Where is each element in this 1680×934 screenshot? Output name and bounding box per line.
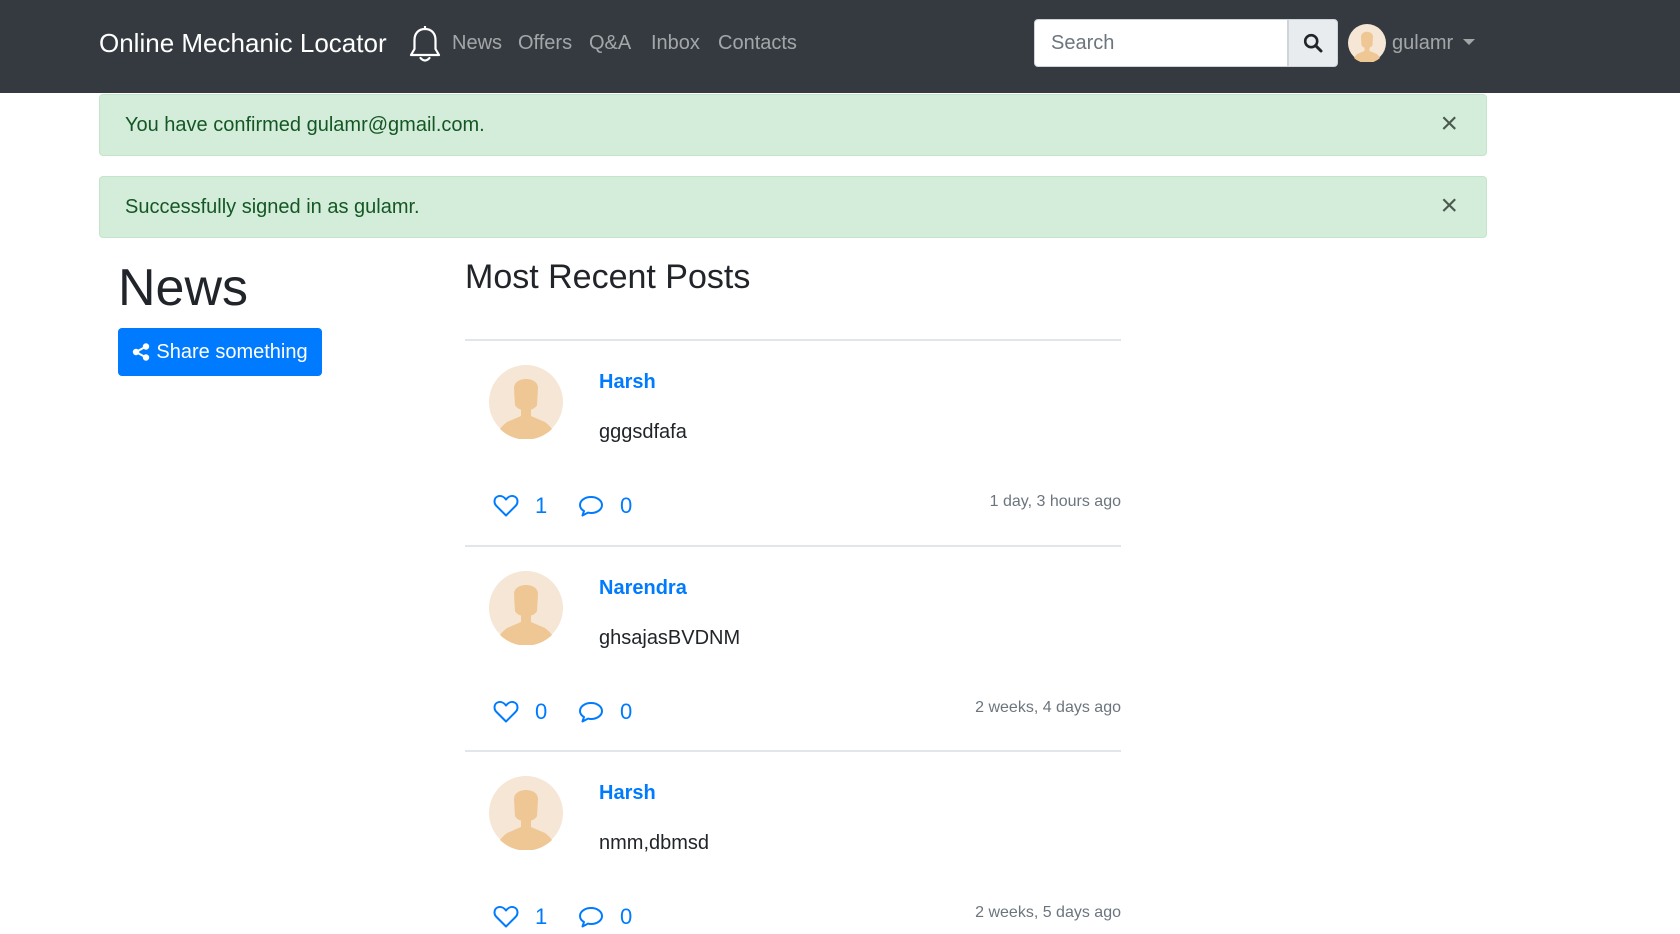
heart-icon (493, 495, 519, 517)
alert-signed-in: Successfully signed in as gulamr. × (99, 176, 1487, 238)
comment-count: 0 (620, 904, 633, 929)
nav-link-inbox[interactable]: Inbox (651, 32, 700, 55)
like-button[interactable]: 0 (493, 699, 547, 725)
comment-count: 0 (620, 493, 633, 518)
post-author[interactable]: Narendra (599, 577, 687, 600)
nav-link-contacts[interactable]: Contacts (718, 32, 797, 55)
share-something-button[interactable]: Share something (118, 328, 322, 376)
comment-icon (579, 907, 603, 928)
page-title: News (118, 259, 249, 317)
alert-text: Successfully signed in as gulamr. (125, 196, 420, 218)
close-icon[interactable]: × (1440, 191, 1458, 221)
comment-icon (579, 496, 603, 517)
nav-link-news[interactable]: News (452, 32, 502, 55)
comment-icon (579, 702, 603, 723)
share-icon (133, 343, 150, 361)
post-footer: 1 0 2 weeks, 5 days ago (493, 904, 1121, 934)
alert-email-confirmed: You have confirmed gulamr@gmail.com. × (99, 94, 1487, 156)
post-avatar[interactable] (489, 365, 563, 439)
user-name: gulamr (1392, 31, 1454, 54)
brand-link[interactable]: Online Mechanic Locator (99, 28, 387, 59)
post-body: nmm,dbmsd (599, 832, 710, 854)
post-body: ghsajasBVDNM (599, 627, 741, 649)
bell-icon[interactable] (408, 26, 442, 64)
share-button-label: Share something (156, 340, 308, 363)
like-count: 1 (535, 493, 548, 518)
post-footer: 1 0 1 day, 3 hours ago (493, 493, 1121, 523)
post-avatar[interactable] (489, 571, 563, 645)
comment-count: 0 (620, 699, 633, 724)
post-author[interactable]: Harsh (599, 371, 656, 394)
avatar (1348, 24, 1386, 62)
like-button[interactable]: 1 (493, 904, 547, 930)
post-timestamp: 2 weeks, 4 days ago (975, 699, 1121, 716)
search-icon (1303, 33, 1323, 53)
posts-heading: Most Recent Posts (465, 258, 751, 296)
post-avatar[interactable] (489, 776, 563, 850)
comment-button[interactable]: 0 (578, 493, 632, 519)
like-count: 1 (535, 904, 548, 929)
close-icon[interactable]: × (1440, 109, 1458, 139)
comment-button[interactable]: 0 (578, 904, 632, 930)
heart-icon (493, 701, 519, 723)
nav-link-qa[interactable]: Q&A (589, 32, 631, 55)
heart-icon (493, 906, 519, 928)
navbar: Online Mechanic Locator News Offers Q&A … (0, 0, 1680, 93)
post-card: Harsh nmm,dbmsd 1 0 2 weeks, 5 days ago (465, 750, 1121, 934)
search-button[interactable] (1288, 19, 1338, 67)
user-menu-toggle[interactable]: gulamr (1348, 23, 1476, 63)
nav-link-offers[interactable]: Offers (518, 32, 572, 55)
comment-button[interactable]: 0 (578, 699, 632, 725)
search-input[interactable] (1034, 19, 1288, 67)
post-card: Harsh gggsdfafa 1 0 1 day, 3 hours ago (465, 339, 1121, 543)
alert-text: You have confirmed gulamr@gmail.com. (125, 114, 485, 136)
post-footer: 0 0 2 weeks, 4 days ago (493, 699, 1121, 729)
post-timestamp: 2 weeks, 5 days ago (975, 904, 1121, 921)
post-author[interactable]: Harsh (599, 782, 656, 805)
post-body: gggsdfafa (599, 421, 687, 443)
post-timestamp: 1 day, 3 hours ago (989, 493, 1121, 510)
like-count: 0 (535, 699, 548, 724)
chevron-down-icon (1463, 39, 1476, 45)
like-button[interactable]: 1 (493, 493, 547, 519)
post-card: Narendra ghsajasBVDNM 0 0 2 weeks, 4 day… (465, 545, 1121, 749)
